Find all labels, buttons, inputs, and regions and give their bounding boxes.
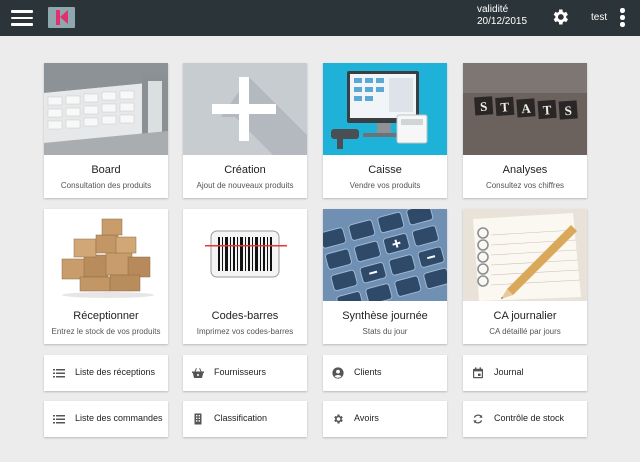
calendar-icon xyxy=(473,367,483,379)
tile-analyses[interactable]: S T A T S Analyses Consultez vos chiffre… xyxy=(463,63,587,198)
tile-title: CA journalier xyxy=(493,310,557,322)
tile-title: Analyses xyxy=(502,164,548,176)
gear-icon xyxy=(334,414,343,424)
tile-creation[interactable]: Création Ajout de nouveaux produits xyxy=(183,63,307,198)
list-icon xyxy=(53,369,65,378)
link-label: Contrôle de stock xyxy=(494,413,565,423)
tile-title: Caisse xyxy=(368,164,402,176)
link-controle-stock[interactable]: Contrôle de stock xyxy=(463,401,587,437)
tile-title: Réceptionner xyxy=(73,310,139,322)
boxes-image xyxy=(44,209,168,301)
link-avoirs[interactable]: Avoirs xyxy=(323,401,447,437)
tile-caisse[interactable]: Caisse Vendre vos produits xyxy=(323,63,447,198)
link-fournisseurs[interactable]: Fournisseurs xyxy=(183,355,307,391)
plus-icon xyxy=(183,63,307,155)
settings-gear-icon[interactable] xyxy=(550,7,570,27)
tile-title: Board xyxy=(91,164,121,176)
tile-synthese-journee[interactable]: Synthèse journée Stats du jour xyxy=(323,209,447,344)
stats-letter: S xyxy=(480,99,488,114)
hamburger-menu-icon[interactable] xyxy=(11,9,33,27)
building-icon xyxy=(194,413,202,425)
stats-letter: S xyxy=(564,103,572,118)
sync-icon xyxy=(473,414,483,424)
tile-subtitle: Vendre vos produits xyxy=(349,181,421,190)
tile-codes-barres[interactable]: Codes-barres Imprimez vos codes-barres xyxy=(183,209,307,344)
board-image xyxy=(44,63,168,155)
tile-board[interactable]: Board Consultation des produits xyxy=(44,63,168,198)
validity-info: validité 20/12/2015 xyxy=(477,4,527,28)
notebook-image xyxy=(463,209,587,301)
tile-title: Création xyxy=(224,164,266,176)
link-label: Classification xyxy=(214,413,268,423)
link-classification[interactable]: Classification xyxy=(183,401,307,437)
link-label: Avoirs xyxy=(354,413,379,423)
top-bar: validité 20/12/2015 test xyxy=(0,0,640,36)
tile-subtitle: Stats du jour xyxy=(362,327,408,336)
tile-title: Synthèse journée xyxy=(342,310,428,322)
link-label: Clients xyxy=(354,367,382,377)
list-icon xyxy=(53,415,65,424)
tile-subtitle: Entrez le stock de vos produits xyxy=(51,327,161,336)
app-logo[interactable] xyxy=(48,7,75,28)
link-liste-commandes[interactable]: Liste des commandes xyxy=(44,401,168,437)
account-icon xyxy=(332,367,344,379)
link-label: Journal xyxy=(494,367,524,377)
barcode-image xyxy=(183,209,307,301)
tile-subtitle: Consultation des produits xyxy=(60,181,152,190)
stats-letter: T xyxy=(500,99,510,115)
link-label: Fournisseurs xyxy=(214,367,267,377)
link-label: Liste des commandes xyxy=(75,413,163,423)
link-liste-receptions[interactable]: Liste des réceptions xyxy=(44,355,168,391)
tile-subtitle: CA détaillé par jours xyxy=(489,327,561,336)
link-clients[interactable]: Clients xyxy=(323,355,447,391)
tile-subtitle: Imprimez vos codes-barres xyxy=(196,327,294,336)
validity-date: 20/12/2015 xyxy=(477,16,528,27)
link-journal[interactable]: Journal xyxy=(463,355,587,391)
pos-register-image xyxy=(323,63,447,155)
link-label: Liste des réceptions xyxy=(75,367,156,377)
calculator-image xyxy=(323,209,447,301)
stats-letter: A xyxy=(521,101,532,117)
user-name[interactable]: test xyxy=(591,12,607,23)
tile-subtitle: Consultez vos chiffres xyxy=(485,181,565,190)
stats-tiles-image: S T A T S xyxy=(463,63,587,155)
stats-letter: T xyxy=(542,102,552,118)
tile-title: Codes-barres xyxy=(211,310,279,322)
basket-icon xyxy=(192,368,204,378)
tile-ca-journalier[interactable]: CA journalier CA détaillé par jours xyxy=(463,209,587,344)
tile-subtitle: Ajout de nouveaux produits xyxy=(196,181,294,190)
tile-receptionner[interactable]: Réceptionner Entrez le stock de vos prod… xyxy=(44,209,168,344)
validity-label: validité xyxy=(477,4,509,15)
more-options-icon[interactable] xyxy=(619,8,625,28)
